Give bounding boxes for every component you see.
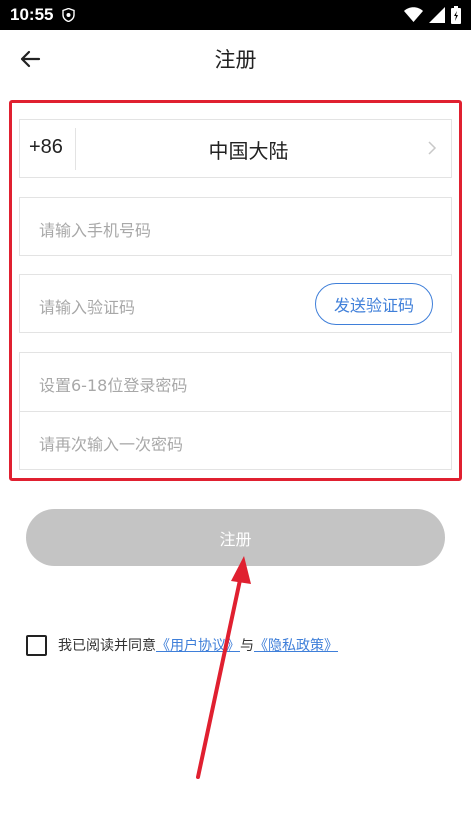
region-selector[interactable]: +86 中国大陆: [19, 119, 452, 178]
app-bar: 注册: [0, 30, 471, 88]
status-time: 10:55: [10, 5, 54, 24]
verification-code-input[interactable]: 请输入验证码 发送验证码: [19, 274, 452, 333]
agreement-checkbox[interactable]: [26, 634, 47, 656]
code-placeholder: 请输入验证码: [39, 298, 136, 317]
country-name: 中国大陆: [208, 139, 289, 163]
agreement-text: 我已阅读并同意: [58, 638, 156, 654]
status-bar: 10:55: [0, 0, 471, 30]
confirm-password-input[interactable]: 请再次输入一次密码: [39, 431, 183, 455]
battery-icon: [451, 6, 461, 24]
page-title: 注册: [214, 48, 257, 72]
signal-icon: [429, 7, 445, 23]
register-button[interactable]: 注册: [26, 509, 445, 566]
shield-icon: [62, 8, 75, 22]
send-code-button[interactable]: 发送验证码: [315, 283, 433, 325]
agreement-row: 我已阅读并同意 《用户协议》 与 《隐私政策》: [26, 633, 338, 657]
wifi-icon: [404, 7, 423, 22]
password-divider: [20, 411, 451, 412]
system-icons: [404, 6, 461, 24]
country-code: +86: [29, 136, 63, 158]
password-group: 设置6-18位登录密码 请再次输入一次密码: [19, 352, 452, 470]
password-input[interactable]: 设置6-18位登录密码: [39, 372, 187, 396]
user-agreement-link[interactable]: 《用户协议》: [156, 635, 240, 655]
agreement-conjunction: 与: [240, 638, 254, 654]
chevron-right-icon: [428, 141, 437, 155]
phone-input[interactable]: 请输入手机号码: [19, 197, 452, 256]
phone-placeholder: 请输入手机号码: [39, 221, 152, 240]
privacy-policy-link[interactable]: 《隐私政策》: [254, 635, 338, 655]
